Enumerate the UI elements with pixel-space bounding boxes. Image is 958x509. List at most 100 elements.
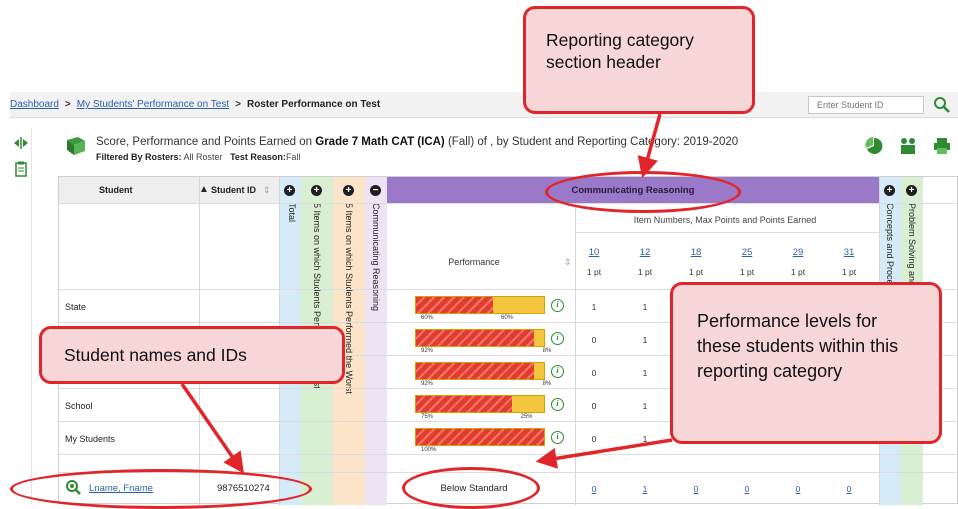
performance-bar-near-segment — [492, 297, 544, 313]
expand-concepts-icon[interactable]: + — [884, 185, 895, 196]
item-number-link[interactable]: 25 — [732, 247, 762, 258]
performance-percent-label: 60% — [421, 315, 434, 321]
item-score-value: 1 — [642, 434, 648, 444]
print-icon[interactable] — [932, 136, 952, 156]
performance-percent-label: 92% — [421, 348, 434, 354]
export-icon[interactable] — [898, 136, 918, 156]
performance-bar-below-segment — [416, 396, 512, 412]
student-item-score-link[interactable]: 0 — [579, 484, 609, 494]
breadcrumb-separator: > — [64, 99, 71, 110]
performance-percent-label: 92% — [421, 381, 434, 387]
report-page: Dashboard > My Students' Performance on … — [0, 0, 958, 509]
performance-bar-near-segment — [512, 396, 544, 412]
highlight-performance-level — [402, 467, 540, 509]
info-icon[interactable]: i — [551, 299, 564, 312]
breadcrumb-current: Roster Performance on Test — [246, 99, 381, 110]
report-title-prefix: Score, Performance and Points Earned on — [96, 136, 316, 148]
info-icon[interactable]: i — [551, 332, 564, 345]
performance-bar[interactable] — [415, 329, 545, 347]
report-title-suffix: (Fall) of , by Student and Reporting Cat… — [444, 136, 739, 148]
item-max-points: 1 pt — [586, 267, 602, 277]
filter-value: All Roster — [183, 152, 223, 162]
item-max-points: 1 pt — [688, 267, 704, 277]
sort-icon[interactable]: ⇕ — [263, 185, 271, 196]
pie-chart-icon[interactable] — [864, 136, 884, 156]
sort-icon[interactable]: ⇕ — [564, 257, 572, 268]
expand-worst-icon[interactable]: + — [343, 185, 354, 196]
student-item-score-link[interactable]: 0 — [783, 484, 813, 494]
item-number-link[interactable]: 31 — [834, 247, 864, 258]
item-score-value: 0 — [591, 368, 597, 378]
student-id-search-input[interactable] — [808, 96, 924, 114]
item-score-value: 1 — [642, 302, 648, 312]
expand-collapse-icon[interactable] — [12, 134, 30, 152]
total-column-header: Total — [287, 203, 297, 223]
expand-total-icon[interactable]: + — [284, 185, 295, 196]
report-title: Score, Performance and Points Earned on … — [96, 136, 738, 148]
breadcrumb-my-students-link[interactable]: My Students' Performance on Test — [77, 99, 229, 110]
report-book-icon — [67, 137, 85, 155]
performance-bar-near-segment — [533, 330, 544, 346]
info-icon[interactable]: i — [551, 398, 564, 411]
report-header: Score, Performance and Points Earned on … — [60, 130, 958, 168]
performance-bar[interactable] — [415, 395, 545, 413]
search-icon[interactable] — [932, 96, 952, 114]
row-label: State — [65, 302, 87, 312]
student-item-score-link[interactable]: 0 — [681, 484, 711, 494]
performance-percent-label: 8% — [542, 348, 552, 354]
performance-bar[interactable] — [415, 362, 545, 380]
student-id-column-header[interactable]: Student ID — [211, 185, 256, 195]
report-test-name: Grade 7 Math CAT (ICA) — [315, 136, 445, 148]
item-score-value: 1 — [642, 335, 648, 345]
collapse-communicating-icon[interactable]: − — [370, 185, 381, 196]
performance-bar[interactable] — [415, 428, 545, 446]
row-label: My Students — [65, 434, 116, 444]
performance-percent-label: 100% — [421, 447, 437, 453]
performance-percent-label: 8% — [542, 381, 552, 387]
performance-percent-label: 60% — [501, 315, 514, 321]
row-label: School — [65, 401, 93, 411]
item-number-link[interactable]: 12 — [630, 247, 660, 258]
left-toolbar — [10, 128, 32, 504]
performance-percent-label: 25% — [520, 414, 533, 420]
item-score-value: 1 — [642, 401, 648, 411]
student-item-score-link[interactable]: 1 — [630, 484, 660, 494]
info-icon[interactable]: i — [551, 431, 564, 444]
performance-percent-label: 75% — [421, 414, 434, 420]
item-max-points: 1 pt — [790, 267, 806, 277]
sort-icon[interactable]: ▲ — [199, 184, 209, 195]
performance-bar-below-segment — [416, 363, 534, 379]
expand-problem-icon[interactable]: + — [906, 185, 917, 196]
clipboard-icon[interactable] — [12, 160, 30, 178]
student-column-header[interactable]: Student — [99, 185, 133, 195]
item-max-points: 1 pt — [739, 267, 755, 277]
expand-best-icon[interactable]: + — [311, 185, 322, 196]
item-number-link[interactable]: 29 — [783, 247, 813, 258]
report-actions — [864, 136, 952, 156]
performance-column-header: Performance — [448, 257, 500, 267]
student-item-score-link[interactable]: 0 — [732, 484, 762, 494]
performance-bar[interactable] — [415, 296, 545, 314]
item-score-value: 1 — [642, 368, 648, 378]
callout-student-names: Student names and IDs — [39, 326, 345, 384]
communicating-column-header: Communicating Reasoning — [371, 203, 381, 312]
breadcrumb-separator: > — [235, 99, 241, 110]
performance-bar-near-segment — [533, 363, 544, 379]
worst-column-header: 5 Items on which Students Performed the … — [344, 203, 354, 394]
student-item-score-link[interactable]: 0 — [834, 484, 864, 494]
item-score-value: 1 — [591, 302, 597, 312]
callout-section-header: Reporting category section header — [523, 6, 755, 114]
info-icon[interactable]: i — [551, 365, 564, 378]
report-filter: Filtered By Rosters: All Roster Test Rea… — [96, 152, 300, 162]
filter-label: Filtered By Rosters: — [96, 152, 182, 162]
item-number-link[interactable]: 18 — [681, 247, 711, 258]
callout-performance-levels: Performance levels for these students wi… — [670, 282, 942, 444]
breadcrumb-dashboard-link[interactable]: Dashboard — [10, 99, 59, 110]
highlight-student-row — [10, 469, 312, 509]
performance-bar-below-segment — [416, 330, 534, 346]
reason-label: Test Reason: — [230, 152, 286, 162]
item-number-link[interactable]: 10 — [579, 247, 609, 258]
item-max-points: 1 pt — [841, 267, 857, 277]
highlight-section-header — [545, 171, 741, 213]
item-score-value: 0 — [591, 335, 597, 345]
